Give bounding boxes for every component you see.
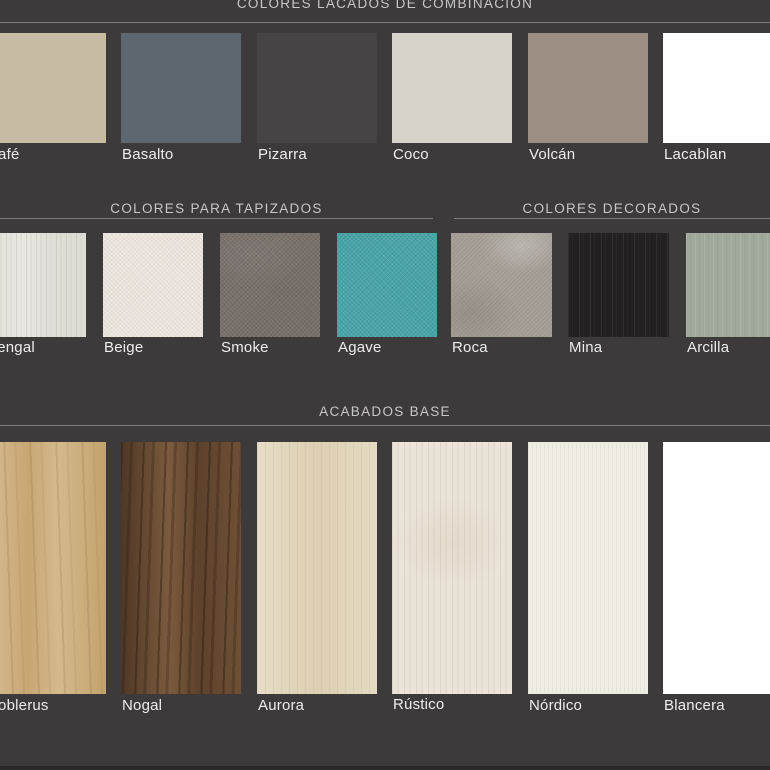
swatch-label-cafe: Café — [0, 146, 20, 163]
swatch-rustico[interactable] — [392, 442, 512, 694]
swatch-mina[interactable] — [568, 233, 669, 337]
swatch-label-roblerus: Roblerus — [0, 697, 49, 714]
swatch-label-roca: Roca — [452, 339, 488, 356]
page-bottom-edge — [0, 766, 770, 770]
section-rule-tapizados — [0, 218, 433, 219]
swatch-label-pizarra: Pizarra — [258, 146, 307, 163]
swatch-pizarra[interactable] — [257, 33, 377, 143]
swatch-lacablan[interactable] — [663, 33, 770, 143]
section-rule-lacados — [0, 22, 770, 23]
section-title-acabados: ACABADOS BASE — [0, 404, 770, 420]
swatch-nogal[interactable] — [121, 442, 241, 694]
swatch-basalto[interactable] — [121, 33, 241, 143]
swatch-blancera[interactable] — [663, 442, 770, 694]
swatch-label-volcan: Volcán — [529, 146, 575, 163]
swatch-roca[interactable] — [451, 233, 552, 337]
swatch-label-lacablan: Lacablan — [664, 146, 727, 163]
section-title-tapizados: COLORES PARA TAPIZADOS — [0, 201, 433, 217]
section-rule-acabados — [0, 425, 770, 426]
swatch-smoke[interactable] — [220, 233, 320, 337]
section-title-lacados: COLORES LACADOS DE COMBINACIÓN — [0, 0, 770, 12]
section-title-decorados: COLORES DECORADOS — [454, 201, 770, 217]
swatch-label-nordico: Nórdico — [529, 697, 582, 714]
swatch-coco[interactable] — [392, 33, 512, 143]
swatch-nordico[interactable] — [528, 442, 648, 694]
swatch-cafe[interactable] — [0, 33, 106, 143]
swatch-aurora[interactable] — [257, 442, 377, 694]
swatch-volcan[interactable] — [528, 33, 648, 143]
swatch-label-aurora: Aurora — [258, 697, 304, 714]
swatch-roblerus[interactable] — [0, 442, 106, 694]
swatch-label-beige: Beige — [104, 339, 143, 356]
section-rule-decorados — [454, 218, 770, 219]
swatch-label-nogal: Nogal — [122, 697, 162, 714]
swatch-label-arcilla: Arcilla — [687, 339, 729, 356]
swatch-label-rustico: Rústico — [393, 696, 444, 713]
swatch-label-blancera: Blancera — [664, 697, 725, 714]
swatch-agave[interactable] — [337, 233, 437, 337]
swatch-arcilla[interactable] — [686, 233, 770, 337]
swatch-label-smoke: Smoke — [221, 339, 269, 356]
swatch-label-bengal: Bengal — [0, 339, 35, 356]
finishes-catalog-page: COLORES LACADOS DE COMBINACIÓN Café Basa… — [0, 0, 770, 770]
swatch-label-basalto: Basalto — [122, 146, 173, 163]
swatch-label-agave: Agave — [338, 339, 382, 356]
swatch-label-mina: Mina — [569, 339, 602, 356]
swatch-bengal[interactable] — [0, 233, 86, 337]
swatch-label-coco: Coco — [393, 146, 429, 163]
swatch-beige[interactable] — [103, 233, 203, 337]
